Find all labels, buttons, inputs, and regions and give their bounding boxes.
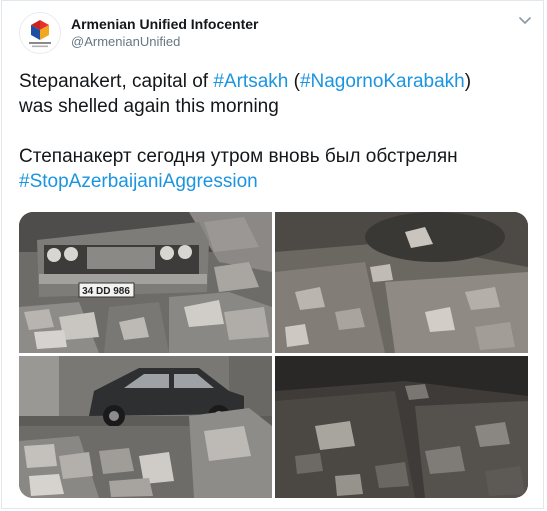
photo-car-rubble[interactable]	[19, 356, 272, 498]
account-names: Armenian Unified Infocenter @ArmenianUni…	[71, 15, 258, 50]
photo-dark-debris[interactable]	[275, 356, 528, 498]
hashtag-nagornokarabakh[interactable]: #NagornoKarabakh	[300, 71, 465, 92]
avatar[interactable]	[19, 12, 61, 54]
text-segment: Stepanakert, capital of	[19, 71, 214, 92]
tweet-line-2: was shelled again this morning	[19, 96, 279, 117]
text-segment: )	[464, 71, 472, 92]
chevron-down-icon[interactable]	[518, 15, 532, 25]
tweet-line-russian: Степанакерт сегодня утром вновь был обст…	[19, 146, 458, 167]
tweet-line-hashtag: #StopAzerbaijaniAggression	[19, 169, 529, 194]
hashtag-stopazerbaijaniaggression[interactable]: #StopAzerbaijaniAggression	[19, 171, 258, 192]
photo-damaged-car-front[interactable]: 34 DD 986	[19, 212, 272, 353]
text-segment: (	[288, 71, 300, 92]
photo-crater-rocks[interactable]	[275, 212, 528, 353]
tweet-header: Armenian Unified Infocenter @ArmenianUni…	[19, 11, 534, 55]
tweet-card: Armenian Unified Infocenter @ArmenianUni…	[1, 0, 544, 509]
hashtag-artsakh[interactable]: #Artsakh	[213, 71, 288, 92]
account-handle[interactable]: @ArmenianUnified	[71, 33, 258, 50]
media-grid: 34 DD 986	[19, 212, 528, 498]
license-plate-text: 34 DD 986	[82, 286, 130, 297]
tweet-text: Stepanakert, capital of #Artsakh (#Nagor…	[19, 69, 529, 194]
logo-icon	[20, 13, 60, 53]
tweet-line-1: Stepanakert, capital of #Artsakh (#Nagor…	[19, 69, 529, 94]
display-name[interactable]: Armenian Unified Infocenter	[71, 15, 258, 33]
